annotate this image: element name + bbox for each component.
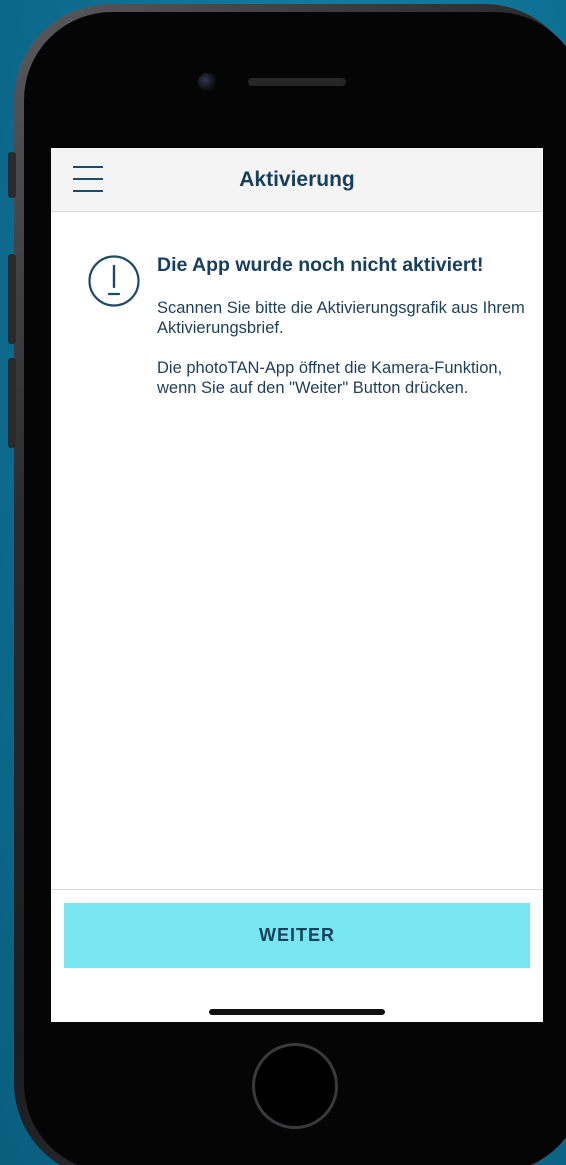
phone-volume-up-button xyxy=(8,254,16,344)
navigation-bar: Aktivierung xyxy=(51,148,543,212)
app-screen: Aktivierung Die App wurde noch nicht akt… xyxy=(51,148,543,1022)
earpiece-speaker xyxy=(248,78,346,86)
weiter-button[interactable]: WEITER xyxy=(64,903,530,968)
notice-headline: Die App wurde noch nicht aktiviert! xyxy=(157,254,484,276)
phone-mute-switch xyxy=(8,152,16,198)
front-camera xyxy=(198,73,216,91)
notice-paragraph-camera: Die photoTAN-App öffnet die Kamera-Funkt… xyxy=(157,359,503,397)
page-title: Aktivierung xyxy=(239,168,355,191)
phone-volume-down-button xyxy=(8,358,16,448)
footer-divider xyxy=(51,889,543,890)
notice-paragraph-scan: Scannen Sie bitte die Aktivierungsgrafik… xyxy=(157,299,525,337)
exclamation-circle-icon xyxy=(88,255,140,307)
device-mockup: Aktivierung Die App wurde noch nicht akt… xyxy=(0,0,566,1165)
home-indicator-bar[interactable] xyxy=(209,1009,385,1015)
home-button[interactable] xyxy=(252,1043,338,1129)
